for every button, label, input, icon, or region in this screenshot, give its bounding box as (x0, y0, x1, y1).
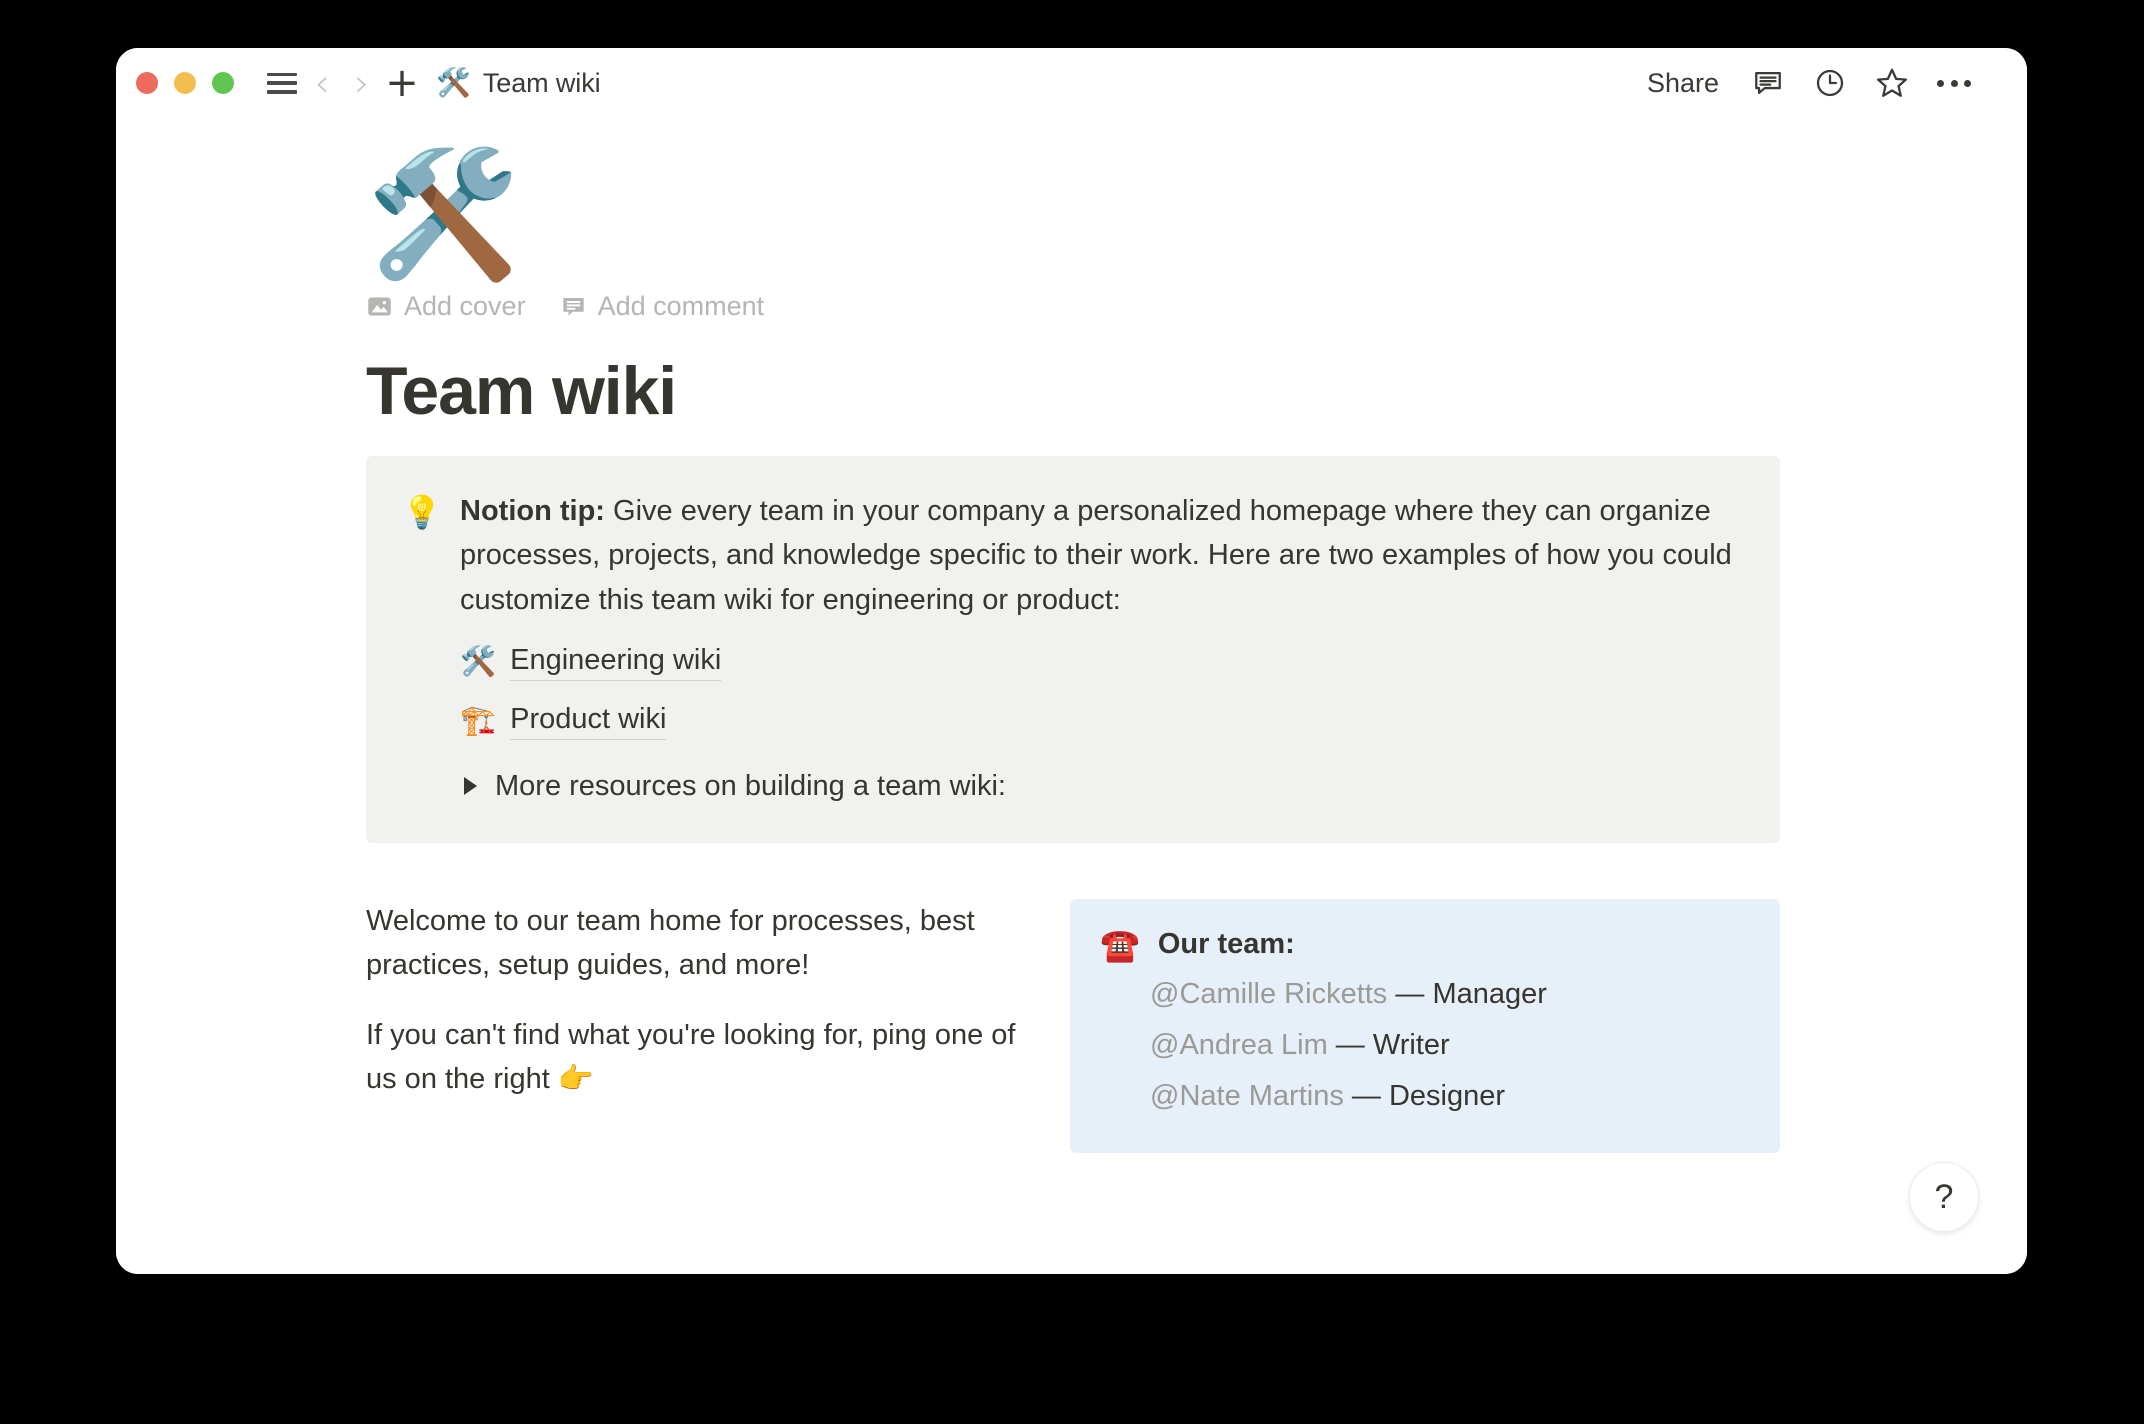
page-title[interactable]: Team wiki (366, 352, 1780, 430)
add-cover-button[interactable]: Add cover (366, 291, 526, 322)
callout-paragraph: Notion tip: Give every team in your comp… (460, 489, 1744, 621)
list-item: @Nate Martins — Designer (1150, 1074, 1750, 1119)
team-callout-title: Our team: (1157, 927, 1295, 960)
minimize-window-button[interactable] (174, 72, 196, 94)
page-action-row: Add cover Add comment (366, 284, 1780, 328)
breadcrumb-page-label: Team wiki (482, 67, 601, 98)
desktop-background: ‹ › + 🛠️ Team wiki Share 🛠️ Add cover Ad… (0, 0, 2144, 1424)
window-titlebar: ‹ › + 🛠️ Team wiki Share (116, 48, 2027, 118)
member-separator: — (1327, 1029, 1373, 1062)
hammer-and-wrench-icon: 🛠️ (436, 67, 471, 98)
two-column-layout: Welcome to our team home for processes, … (366, 898, 1780, 1154)
more-resources-toggle[interactable]: More resources on building a team wiki: (460, 770, 1744, 803)
member-mention[interactable]: @Camille Ricketts (1150, 978, 1387, 1010)
page-content: 🛠️ Add cover Add comment Team wiki 💡 Not… (116, 118, 2027, 1154)
ping-paragraph[interactable]: If you can't find what you're looking fo… (366, 1013, 1026, 1101)
comment-icon (560, 293, 587, 320)
member-separator: — (1343, 1080, 1389, 1113)
lightbulb-icon: 💡 (402, 494, 442, 531)
product-wiki-link-row[interactable]: 🏗️ Product wiki (460, 703, 1744, 740)
team-callout-header: ☎️ Our team: (1100, 925, 1750, 967)
page-icon-hammer-and-wrench[interactable]: 🛠️ (366, 150, 1780, 280)
share-button[interactable]: Share (1629, 62, 1737, 105)
sidebar-toggle-button[interactable] (262, 61, 302, 105)
columns-wrapper: Welcome to our team home for processes, … (366, 898, 1780, 1154)
list-item: @Andrea Lim — Writer (1150, 1023, 1750, 1068)
clock-history-icon (1814, 67, 1846, 99)
member-role: Designer (1388, 1080, 1506, 1113)
traffic-light-group (136, 72, 234, 94)
notion-app-window: ‹ › + 🛠️ Team wiki Share 🛠️ Add cover Ad… (116, 48, 2027, 1274)
page-header-block: 🛠️ Add cover Add comment Team wiki (366, 150, 1780, 430)
callout-body-text: Give every team in your company a person… (460, 495, 1732, 616)
close-window-button[interactable] (136, 72, 158, 94)
maximize-window-button[interactable] (212, 72, 234, 94)
member-mention[interactable]: @Andrea Lim (1150, 1029, 1328, 1061)
more-options-button[interactable] (1923, 59, 1985, 107)
forward-button[interactable]: › (342, 61, 382, 105)
back-button[interactable]: ‹ (302, 61, 342, 105)
notion-tip-callout[interactable]: 💡 Notion tip: Give every team in your co… (366, 456, 1780, 843)
crane-icon: 🏗️ (460, 704, 497, 737)
star-icon (1875, 66, 1909, 100)
comment-bubble-icon (1752, 67, 1784, 99)
image-icon (366, 293, 393, 320)
engineering-wiki-link[interactable]: Engineering wiki (510, 644, 722, 681)
member-role: Writer (1372, 1029, 1450, 1062)
engineering-wiki-link-row[interactable]: 🛠️ Engineering wiki (460, 644, 1744, 681)
page-scroll-area[interactable]: 🛠️ Add cover Add comment Team wiki 💡 Not… (116, 118, 2027, 1274)
add-cover-label: Add cover (404, 290, 526, 321)
member-mention[interactable]: @Nate Martins (1150, 1080, 1344, 1112)
telephone-icon: ☎️ (1100, 926, 1140, 963)
tip-callout-wrapper: 💡 Notion tip: Give every team in your co… (366, 456, 1780, 843)
list-item: @Camille Ricketts — Manager (1150, 972, 1750, 1017)
member-separator: — (1387, 978, 1433, 1011)
chevron-right-icon: › (354, 61, 370, 105)
member-role: Manager (1432, 978, 1547, 1011)
welcome-paragraph[interactable]: Welcome to our team home for processes, … (366, 899, 1026, 987)
add-comment-label: Add comment (597, 290, 765, 321)
add-comment-button[interactable]: Add comment (560, 290, 765, 322)
hamburger-menu-icon (267, 72, 297, 94)
help-button[interactable]: ? (1909, 1162, 1979, 1232)
callout-body: Notion tip: Give every team in your comp… (460, 489, 1744, 802)
collapsed-triangle-icon[interactable] (464, 777, 477, 796)
right-column: ☎️ Our team: @Camille Ricketts — Manager… (1070, 898, 1780, 1154)
titlebar-actions: Share (1629, 59, 2027, 107)
comments-button[interactable] (1737, 59, 1799, 107)
more-horizontal-icon (1937, 79, 1971, 87)
page-history-button[interactable] (1799, 59, 1861, 107)
left-text-column: Welcome to our team home for processes, … (366, 899, 1026, 1153)
callout-lead: Notion tip: (460, 495, 605, 528)
plus-icon: + (385, 60, 419, 106)
favorite-button[interactable] (1861, 59, 1923, 107)
more-resources-label[interactable]: More resources on building a team wiki: (495, 770, 1006, 803)
product-wiki-link[interactable]: Product wiki (510, 703, 667, 740)
chevron-left-icon: ‹ (314, 61, 330, 105)
callout-main-row: 💡 Notion tip: Give every team in your co… (402, 489, 1744, 802)
our-team-callout[interactable]: ☎️ Our team: @Camille Ricketts — Manager… (1070, 898, 1780, 1154)
hammer-and-wrench-icon: 🛠️ (460, 645, 497, 678)
breadcrumb[interactable]: 🛠️ Team wiki (436, 68, 601, 99)
team-member-list: @Camille Ricketts — Manager @Andrea Lim … (1150, 972, 1750, 1119)
new-page-button[interactable]: + (382, 61, 422, 105)
